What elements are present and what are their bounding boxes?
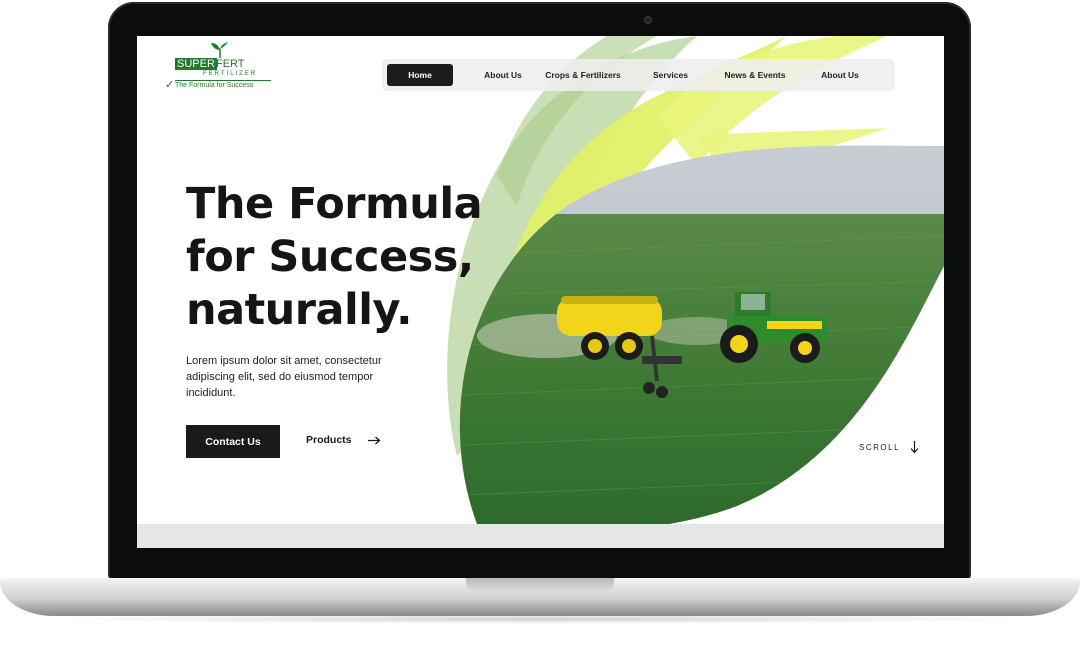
headline-line-1: The Formula — [186, 179, 483, 229]
nav-item-home[interactable]: Home — [387, 64, 453, 86]
nav-item-crops-fertilizers[interactable]: Crops & Fertilizers — [538, 64, 628, 86]
arrow-down-icon — [910, 441, 919, 454]
brand-logo[interactable]: SUPER FERT FERTILIZER ✓ The Formula for … — [165, 42, 277, 94]
headline-line-3: naturally. — [186, 285, 412, 335]
logo-sub-text: FERTILIZER — [203, 71, 258, 77]
sprout-icon — [211, 42, 228, 58]
checkmark-icon: ✓ — [165, 79, 175, 91]
products-link-label: Products — [306, 434, 352, 446]
webcam — [644, 16, 652, 24]
nav-item-news-events[interactable]: News & Events — [715, 64, 795, 86]
logo-tagline: The Formula for Success — [175, 82, 254, 89]
main-nav: Home About Us Crops & Fertilizers Servic… — [382, 59, 895, 91]
nav-item-about-us[interactable]: About Us — [468, 64, 538, 86]
arrow-right-icon — [367, 436, 381, 444]
nav-item-services[interactable]: Services — [638, 64, 703, 86]
logo-word-fert: FERT — [216, 58, 245, 70]
products-link[interactable]: Products — [306, 434, 381, 446]
next-section-preview — [137, 524, 944, 548]
contact-us-button[interactable]: Contact Us — [186, 425, 280, 458]
hero-headline: The Formula for Success, naturally. — [186, 178, 586, 337]
nav-item-about-us-2[interactable]: About Us — [805, 64, 875, 86]
hero-body-text: Lorem ipsum dolor sit amet, consectetur … — [186, 355, 382, 399]
headline-line-2: for Success, — [186, 232, 474, 282]
logo-word-super: SUPER — [175, 58, 217, 70]
scroll-indicator[interactable]: SCROLL — [859, 441, 919, 454]
logo-divider — [175, 80, 271, 81]
website-screen: SUPER FERT FERTILIZER ✓ The Formula for … — [137, 36, 944, 548]
scroll-label: SCROLL — [859, 443, 901, 452]
laptop-notch — [466, 578, 614, 592]
